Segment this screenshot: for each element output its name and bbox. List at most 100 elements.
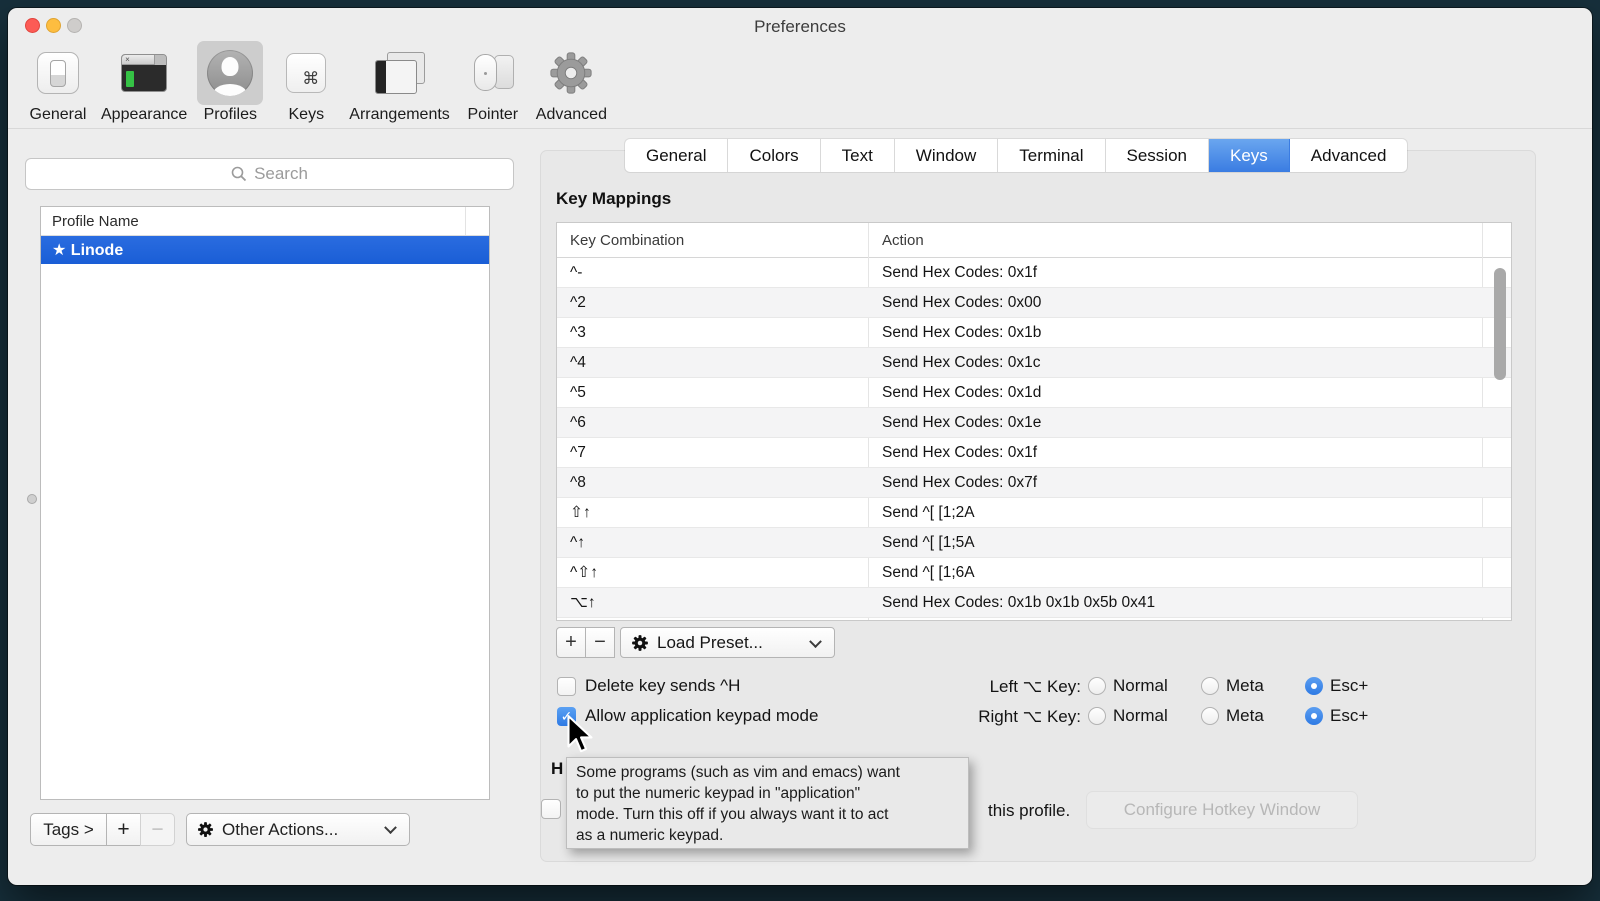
toolbar-label: Appearance xyxy=(101,106,187,124)
configure-hotkey-window-button-disabled: Configure Hotkey Window xyxy=(1086,791,1358,829)
other-actions-label: Other Actions... xyxy=(222,820,338,840)
table-row[interactable]: ^↑ Send ^[ [1;5A xyxy=(557,528,1511,558)
profile-list-header[interactable]: Profile Name xyxy=(41,207,489,236)
column-separator xyxy=(465,207,466,235)
checkbox-label: Allow application keypad mode xyxy=(585,706,818,726)
preferences-window: Preferences General × Appearance Profile… xyxy=(8,8,1592,885)
key-combination-column-header: Key Combination xyxy=(557,232,869,249)
checkbox-unchecked[interactable] xyxy=(557,677,576,696)
right-option-normal-radio[interactable]: Normal xyxy=(1088,706,1168,726)
table-row[interactable]: ^⇧↑ Send ^[ [1;6A xyxy=(557,558,1511,588)
radio-label: Meta xyxy=(1226,706,1264,726)
vertical-scrollbar[interactable] xyxy=(1494,268,1506,380)
tab-terminal[interactable]: Terminal xyxy=(998,139,1105,172)
right-option-esc-radio[interactable]: Esc+ xyxy=(1305,706,1368,726)
other-actions-dropdown[interactable]: Other Actions... xyxy=(186,813,410,846)
action-cell: Send ^[ [1;6A xyxy=(869,564,975,582)
tab-colors[interactable]: Colors xyxy=(728,139,820,172)
right-option-meta-radio[interactable]: Meta xyxy=(1201,706,1264,726)
tab-text[interactable]: Text xyxy=(821,139,895,172)
toolbar-item-keys[interactable]: ⌘ Keys xyxy=(268,41,344,124)
left-option-meta-radio[interactable]: Meta xyxy=(1201,676,1264,696)
delete-key-sends-checkbox-row[interactable]: Delete key sends ^H xyxy=(557,676,740,696)
add-profile-button[interactable]: + xyxy=(106,813,141,846)
splitter-handle-dot[interactable] xyxy=(27,494,37,504)
remove-mapping-button[interactable]: − xyxy=(585,627,615,658)
mouse-pointer-icon xyxy=(460,41,526,105)
search-input[interactable]: Search xyxy=(25,158,514,190)
toolbar-label: Arrangements xyxy=(349,106,450,124)
tab-keys[interactable]: Keys xyxy=(1209,139,1290,172)
tab-window[interactable]: Window xyxy=(895,139,998,172)
key-combination-cell: ⇧↑ xyxy=(557,503,869,522)
tooltip-line: as a numeric keypad. xyxy=(576,825,959,846)
tags-button[interactable]: Tags > xyxy=(30,813,107,846)
load-preset-dropdown[interactable]: Load Preset... xyxy=(620,627,835,658)
profiles-person-icon xyxy=(197,41,263,105)
table-row[interactable]: ⇧↑ Send ^[ [1;2A xyxy=(557,498,1511,528)
desktop: { "window": { "title": "Preferences" }, … xyxy=(0,0,1600,901)
add-mapping-button[interactable]: + xyxy=(556,627,586,658)
table-row[interactable]: ^2 Send Hex Codes: 0x00 xyxy=(557,288,1511,318)
tab-session[interactable]: Session xyxy=(1106,139,1209,172)
action-column-header: Action xyxy=(869,232,924,249)
hotkey-checkbox-partial[interactable] xyxy=(541,799,561,819)
toolbar-item-arrangements[interactable]: Arrangements xyxy=(344,41,455,124)
left-option-esc-radio[interactable]: Esc+ xyxy=(1305,676,1368,696)
table-row[interactable]: ⌥↑ Send Hex Codes: 0x1b 0x1b 0x5b 0x41 xyxy=(557,588,1511,618)
radio-checked[interactable] xyxy=(1305,707,1323,725)
profile-tabs: General Colors Text Window Terminal Sess… xyxy=(625,139,1407,172)
toolbar-item-general[interactable]: General xyxy=(20,41,96,124)
radio-checked[interactable] xyxy=(1305,677,1323,695)
key-combination-cell: ^4 xyxy=(557,354,869,372)
command-key-icon: ⌘ xyxy=(273,41,339,105)
toolbar-label: Pointer xyxy=(467,106,518,124)
toolbar-item-pointer[interactable]: Pointer xyxy=(455,41,531,124)
radio-label: Meta xyxy=(1226,676,1264,696)
toolbar-item-advanced[interactable]: Advanced xyxy=(531,41,612,124)
toolbar-item-appearance[interactable]: × Appearance xyxy=(96,41,192,124)
key-combination-cell: ^5 xyxy=(557,384,869,402)
action-cell: Send Hex Codes: 0x1d xyxy=(869,384,1041,402)
toolbar-item-profiles[interactable]: Profiles xyxy=(192,41,268,124)
right-option-key-label: Right ⌥ Key: xyxy=(856,707,1081,727)
tooltip-line: mode. Turn this off if you always want i… xyxy=(576,804,959,825)
table-row[interactable]: ^8 Send Hex Codes: 0x7f xyxy=(557,468,1511,498)
profile-list[interactable]: Profile Name ★ Linode xyxy=(40,206,490,800)
action-cell: Send Hex Codes: 0x1f xyxy=(869,264,1037,282)
table-row[interactable]: ^6 Send Hex Codes: 0x1e xyxy=(557,408,1511,438)
action-cell: Send ^[ [1;2A xyxy=(869,504,975,522)
left-option-normal-radio[interactable]: Normal xyxy=(1088,676,1168,696)
radio-unchecked[interactable] xyxy=(1088,677,1106,695)
sidebar-button-bar: Tags > + − Other Actions... xyxy=(30,813,410,846)
radio-unchecked[interactable] xyxy=(1201,707,1219,725)
key-combination-cell: ^- xyxy=(557,264,869,282)
key-combination-cell: ^3 xyxy=(557,324,869,342)
profile-name-column-header: Profile Name xyxy=(52,213,139,230)
chevron-down-icon xyxy=(384,821,397,834)
keypad-mode-checkbox-row[interactable]: ✓ Allow application keypad mode xyxy=(557,706,818,726)
profile-row-linode[interactable]: ★ Linode xyxy=(41,236,489,264)
key-combination-cell: ^⇧↑ xyxy=(557,563,869,582)
radio-label: Esc+ xyxy=(1330,676,1368,696)
mouse-cursor-arrow xyxy=(565,714,595,758)
key-combination-cell: ^2 xyxy=(557,294,869,312)
action-cell: Send Hex Codes: 0x1b xyxy=(869,324,1041,342)
remove-profile-button-disabled: − xyxy=(140,813,175,846)
toolbar-label: Advanced xyxy=(536,106,607,124)
table-row[interactable]: ^5 Send Hex Codes: 0x1d xyxy=(557,378,1511,408)
table-header[interactable]: Key Combination Action xyxy=(557,223,1511,258)
tags-button-label: Tags > xyxy=(43,820,94,840)
table-row[interactable]: ^7 Send Hex Codes: 0x1f xyxy=(557,438,1511,468)
table-row[interactable]: ^4 Send Hex Codes: 0x1c xyxy=(557,348,1511,378)
tab-advanced[interactable]: Advanced xyxy=(1290,139,1408,172)
table-row[interactable]: ^3 Send Hex Codes: 0x1b xyxy=(557,318,1511,348)
key-mappings-table[interactable]: Key Combination Action ^- Send Hex Codes… xyxy=(556,222,1512,621)
tab-general[interactable]: General xyxy=(625,139,728,172)
radio-unchecked[interactable] xyxy=(1088,707,1106,725)
table-row[interactable]: ^- Send Hex Codes: 0x1f xyxy=(557,258,1511,288)
hotkey-heading-partial: H xyxy=(551,759,563,779)
key-combination-cell: ^8 xyxy=(557,474,869,492)
radio-unchecked[interactable] xyxy=(1201,677,1219,695)
general-icon xyxy=(25,41,91,105)
